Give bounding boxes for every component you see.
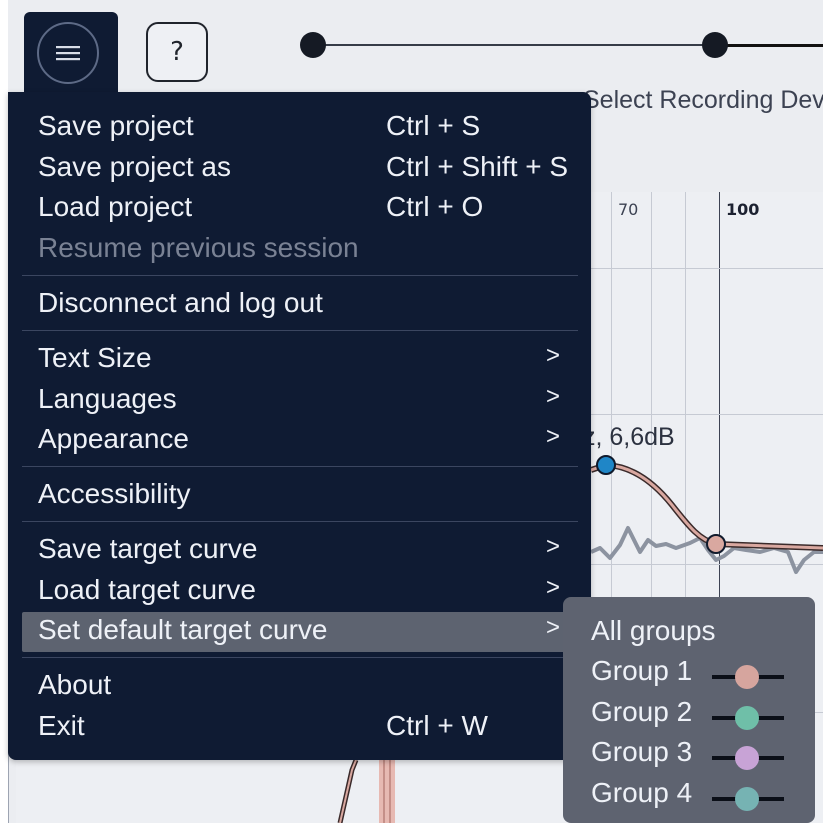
menu-item-label: Resume previous session [38, 232, 359, 263]
submenu-item-label: Group 4 [591, 777, 693, 808]
menu-separator [22, 275, 578, 276]
submenu-item-label: All groups [591, 615, 716, 646]
menu-item-label: Languages [38, 383, 177, 414]
menu-item-set-default-target-curve[interactable]: Set default target curve > [22, 612, 578, 652]
menu-item-label: Text Size [38, 342, 152, 373]
submenu-arrow-icon: > [546, 533, 561, 560]
menu-item-label: Load project [38, 191, 193, 222]
menu-separator [22, 521, 578, 522]
help-button[interactable]: ? [146, 22, 208, 82]
submenu-item-label: Group 1 [591, 655, 693, 686]
menu-item-load-project[interactable]: Load project Ctrl + O [22, 189, 578, 229]
group-color-swatch [735, 787, 759, 811]
submenu-item-group-3[interactable]: Group 3 [591, 736, 801, 776]
menu-separator [22, 466, 578, 467]
menu-item-shortcut: Ctrl + S [386, 110, 481, 141]
stepper-line [313, 44, 715, 46]
main-menu: Save project Ctrl + S Save project as Ct… [8, 92, 591, 760]
group-color-swatch [735, 746, 759, 770]
step-dot-current[interactable] [702, 32, 728, 58]
submenu-item-label: Group 2 [591, 696, 693, 727]
group-color-swatch [735, 665, 759, 689]
menu-item-text-size[interactable]: Text Size > [22, 340, 578, 380]
main-menu-button[interactable] [37, 22, 99, 84]
submenu-item-group-2[interactable]: Group 2 [591, 696, 801, 736]
submenu-arrow-icon: > [546, 574, 561, 601]
menu-item-label: Exit [38, 710, 85, 741]
submenu-item-all-groups[interactable]: All groups [591, 615, 801, 655]
hamburger-icon [56, 46, 80, 61]
menu-item-label: Set default target curve [38, 614, 328, 645]
submenu-arrow-icon: > [546, 342, 561, 369]
menu-item-save-project-as[interactable]: Save project as Ctrl + Shift + S [22, 149, 578, 189]
submenu-arrow-icon: > [546, 423, 561, 450]
menu-separator [22, 330, 578, 331]
submenu-item-label: Group 3 [591, 736, 693, 767]
menu-item-appearance[interactable]: Appearance > [22, 421, 578, 461]
eq-point-label: z, 6,6dB [583, 423, 675, 451]
eq-point[interactable] [706, 534, 726, 554]
menu-item-resume-session: Resume previous session [22, 230, 578, 270]
target-curve-submenu: All groups Group 1 Group 2 Group 3 Group… [563, 597, 815, 823]
step-label: Select Recording Devi [583, 86, 823, 114]
menu-item-languages[interactable]: Languages > [22, 381, 578, 421]
menu-item-label: Save target curve [38, 533, 258, 564]
menu-item-disconnect[interactable]: Disconnect and log out [22, 285, 578, 325]
menu-item-save-project[interactable]: Save project Ctrl + S [22, 108, 578, 148]
group-color-swatch [735, 706, 759, 730]
menu-item-label: Accessibility [38, 478, 191, 509]
menu-item-shortcut: Ctrl + Shift + S [386, 151, 569, 182]
menu-item-accessibility[interactable]: Accessibility [22, 476, 578, 516]
menu-item-shortcut: Ctrl + W [386, 710, 488, 741]
menu-item-label: Save project [38, 110, 194, 141]
menu-separator [22, 657, 578, 658]
eq-point-active[interactable] [596, 455, 616, 475]
measurement-curve [590, 526, 823, 574]
menu-item-save-target-curve[interactable]: Save target curve > [22, 531, 578, 571]
menu-item-label: Save project as [38, 151, 231, 182]
menu-item-load-target-curve[interactable]: Load target curve > [22, 572, 578, 612]
submenu-arrow-icon: > [546, 614, 561, 641]
menu-item-exit[interactable]: Exit Ctrl + W [22, 708, 578, 748]
band-marker [379, 760, 395, 823]
menu-item-about[interactable]: About [22, 667, 578, 707]
submenu-item-group-1[interactable]: Group 1 [591, 655, 801, 695]
stepper-line-active [715, 44, 823, 47]
menu-item-shortcut: Ctrl + O [386, 191, 484, 222]
menu-item-label: Disconnect and log out [38, 287, 323, 318]
menu-item-label: About [38, 669, 112, 700]
submenu-arrow-icon: > [546, 383, 561, 410]
submenu-item-group-4[interactable]: Group 4 [591, 777, 801, 817]
menu-item-label: Appearance [38, 423, 190, 454]
step-dot[interactable] [300, 32, 326, 58]
menu-item-label: Load target curve [38, 574, 256, 605]
